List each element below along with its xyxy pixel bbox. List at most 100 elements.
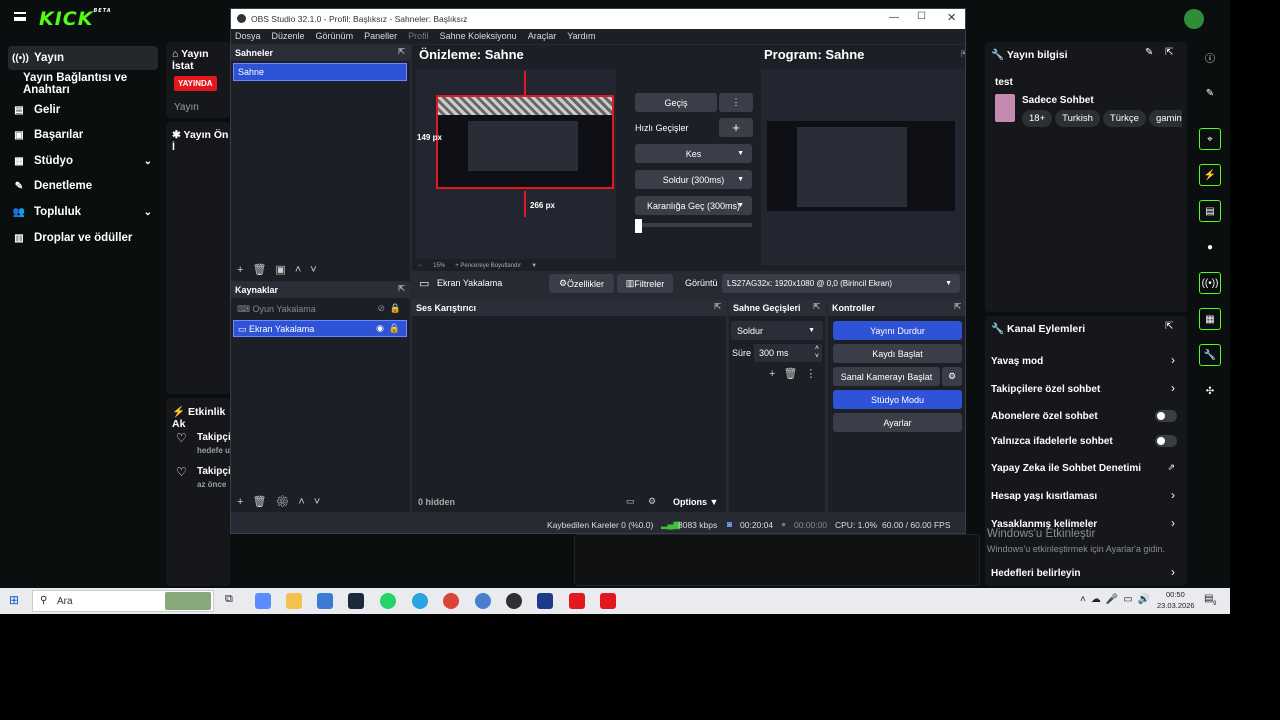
- browser-icon[interactable]: [475, 593, 491, 609]
- emotes-chat-toggle[interactable]: [1155, 435, 1177, 447]
- pencil-icon[interactable]: ✎: [1199, 82, 1221, 104]
- cut-transition-dropdown[interactable]: Kes: [635, 144, 752, 163]
- eye-off-icon[interactable]: ⊘: [377, 303, 385, 314]
- stop-stream-button[interactable]: Yayını Durdur: [833, 321, 962, 340]
- down-icon[interactable]: ˅: [310, 264, 325, 276]
- nav-item-studyo[interactable]: ▦ Stüdyo ⌄: [8, 149, 158, 173]
- add-icon[interactable]: +: [237, 496, 252, 508]
- properties-button[interactable]: ⚙ Özellikler: [549, 274, 614, 293]
- windows-start-icon[interactable]: ⊞: [9, 593, 19, 607]
- fade-transition-dropdown[interactable]: Soldur (300ms): [635, 170, 752, 189]
- steam-icon[interactable]: [348, 593, 364, 609]
- nav-item-yayin[interactable]: ((•)) Yayın: [8, 46, 158, 70]
- up-icon[interactable]: ˄: [298, 496, 313, 508]
- avatar[interactable]: [1184, 9, 1204, 29]
- zoom-bar[interactable]: − 15% + Pencereye Boyutlandır ▼: [418, 263, 537, 269]
- trash-icon[interactable]: 🗑: [252, 496, 275, 508]
- taskbar-search[interactable]: ⚲ Ara: [32, 590, 214, 612]
- chevron-right-icon[interactable]: ›: [1171, 516, 1175, 530]
- document-icon[interactable]: ▤: [1199, 200, 1221, 222]
- hamburger-menu-icon[interactable]: [14, 12, 26, 21]
- fade-black-transition-dropdown[interactable]: Karanlığa Geç (300ms): [635, 196, 752, 215]
- source-item[interactable]: ▭ Ekran Yakalama ◉ 🔒: [233, 320, 407, 337]
- add-icon[interactable]: +: [237, 264, 252, 276]
- add-icon[interactable]: +: [769, 368, 783, 380]
- subscribers-chat-toggle[interactable]: [1155, 410, 1177, 422]
- duration-spinbox[interactable]: 300 ms ˄ ˅: [754, 344, 822, 362]
- nav-item-droplar[interactable]: ▥ Droplar ve ödüller: [8, 226, 158, 250]
- trash-icon[interactable]: 🗑: [783, 368, 805, 380]
- popout-icon[interactable]: ⇱: [813, 302, 820, 311]
- broadcast-icon[interactable]: ((•)): [1199, 272, 1221, 294]
- app-icon[interactable]: [537, 593, 553, 609]
- start-recording-button[interactable]: Kaydı Başlat: [833, 344, 962, 363]
- chevron-right-icon[interactable]: ›: [1171, 565, 1175, 579]
- add-icon[interactable]: +: [719, 118, 753, 137]
- chevron-down-icon[interactable]: ▼: [531, 263, 537, 269]
- menu-araclar[interactable]: Araçlar: [528, 31, 557, 41]
- transition-type-select[interactable]: Soldur: [731, 321, 823, 340]
- store-icon[interactable]: [317, 593, 333, 609]
- filters-button[interactable]: ▥ Filtreler: [617, 274, 673, 293]
- external-link-icon[interactable]: ⇗: [1167, 462, 1175, 473]
- chevron-right-icon[interactable]: ›: [1171, 488, 1175, 502]
- chrome-icon[interactable]: [443, 593, 459, 609]
- nav-item-basarilar[interactable]: ▣ Başarılar: [8, 123, 158, 147]
- edit-icon[interactable]: ✎: [1145, 47, 1153, 58]
- task-view-icon[interactable]: ⧉: [225, 593, 233, 606]
- more-icon[interactable]: ⋮: [719, 93, 753, 112]
- obs-taskbar-icon[interactable]: [506, 593, 522, 609]
- file-explorer-icon[interactable]: [286, 593, 302, 609]
- close-icon[interactable]: ✕: [947, 11, 956, 24]
- clock-date[interactable]: 23.03.2026: [1157, 601, 1195, 610]
- start-virtual-camera-button[interactable]: Sanal Kamerayı Başlat: [833, 367, 940, 386]
- kick-logo[interactable]: KICKBETA: [39, 8, 112, 30]
- action-slow-mode[interactable]: Yavaş mod: [991, 356, 1043, 367]
- popout-icon[interactable]: ⇱: [398, 284, 405, 293]
- popout-icon[interactable]: ⇱: [398, 47, 405, 56]
- minimize-icon[interactable]: —: [889, 12, 899, 23]
- info-icon[interactable]: ⓘ: [1199, 46, 1221, 68]
- preview-canvas[interactable]: 149 px 266 px: [416, 69, 616, 259]
- menu-sahne-koleksiyonu[interactable]: Sahne Koleksiyonu: [440, 31, 517, 41]
- tools-icon[interactable]: ✣: [1199, 380, 1221, 402]
- action-goals[interactable]: Hedefleri belirleyin: [991, 568, 1080, 579]
- nav-item-gelir[interactable]: ▤ Gelir: [8, 98, 158, 122]
- copilot-icon[interactable]: [255, 593, 271, 609]
- gear-icon[interactable]: ⚙: [648, 496, 656, 507]
- popout-icon[interactable]: ⇱: [961, 49, 965, 60]
- options-button[interactable]: Options ▼: [673, 497, 718, 507]
- menu-dosya[interactable]: Dosya: [235, 31, 261, 41]
- popout-icon[interactable]: ⇱: [1165, 47, 1173, 58]
- chevron-right-icon[interactable]: ›: [1171, 381, 1175, 395]
- up-icon[interactable]: ˄: [295, 264, 310, 276]
- system-tray[interactable]: ˄☁🎤▭🔊: [1080, 594, 1155, 605]
- scene-item[interactable]: Sahne: [233, 63, 407, 81]
- nav-item-stream-key[interactable]: Yayın Bağlantısı ve Anahtarı: [19, 72, 165, 96]
- action-ai-moderation[interactable]: Yapay Zeka ile Sohbet Denetimi: [991, 463, 1141, 474]
- app-red-icon[interactable]: [600, 593, 616, 609]
- transition-slider-handle[interactable]: [635, 219, 642, 233]
- maximize-icon[interactable]: ☐: [917, 11, 926, 22]
- transition-button[interactable]: Geçiş: [635, 93, 717, 112]
- action-followers-chat[interactable]: Takipçilere özel sohbet: [991, 384, 1100, 395]
- wrench-icon[interactable]: 🔧: [1199, 344, 1221, 366]
- display-select[interactable]: LS27AG32x: 1920x1080 @ 0,0 (Birincil Ekr…: [722, 274, 960, 293]
- action-account-age[interactable]: Hesap yaşı kısıtlaması: [991, 491, 1097, 502]
- source-item[interactable]: ⌨ Oyun Yakalama ⊘ 🔒: [233, 301, 407, 318]
- layout-icon[interactable]: ▦: [1199, 308, 1221, 330]
- more-icon[interactable]: ⋮: [805, 368, 824, 380]
- trash-icon[interactable]: 🗑: [252, 264, 275, 276]
- popout-icon[interactable]: ⇱: [954, 302, 961, 311]
- app-red-icon[interactable]: [569, 593, 585, 609]
- nav-item-denetleme[interactable]: ✎ Denetleme: [8, 174, 158, 198]
- clock-time[interactable]: 00:50: [1166, 590, 1185, 599]
- popout-icon[interactable]: ⇱: [1165, 321, 1173, 332]
- bolt-icon[interactable]: ⚡: [1199, 164, 1221, 186]
- menu-yardim[interactable]: Yardım: [567, 31, 595, 41]
- telegram-icon[interactable]: [412, 593, 428, 609]
- chevron-right-icon[interactable]: ›: [1171, 353, 1175, 367]
- menu-duzenle[interactable]: Düzenle: [272, 31, 305, 41]
- lock-icon[interactable]: 🔒: [389, 323, 400, 334]
- mixer-layout-icon[interactable]: ▭: [626, 496, 635, 507]
